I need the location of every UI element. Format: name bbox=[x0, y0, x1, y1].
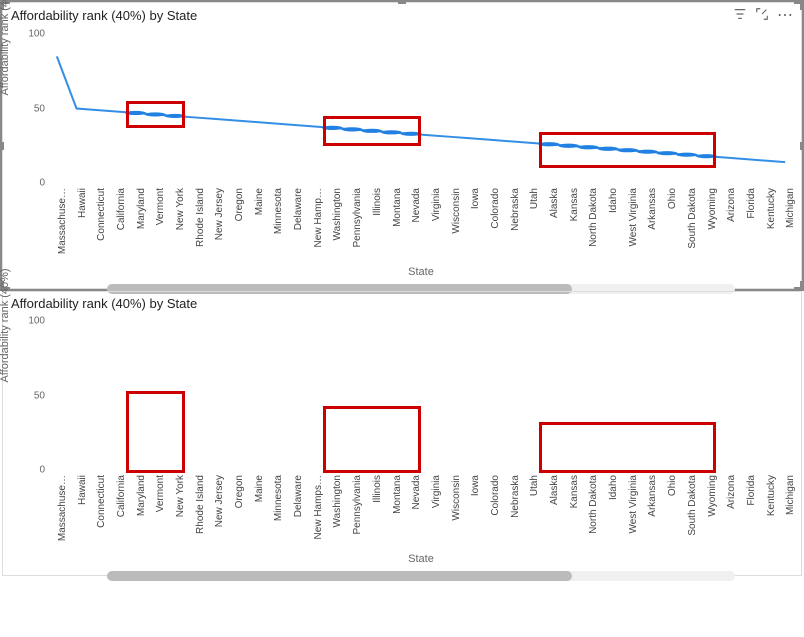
filter-icon[interactable] bbox=[733, 7, 747, 24]
chart-title: Affordability rank (40%) by State bbox=[11, 8, 733, 23]
y-tick-label: 100 bbox=[17, 29, 45, 40]
focus-mode-icon[interactable] bbox=[755, 7, 769, 24]
bar-chart-area: Affordability rank (40%) 050100 Massachu… bbox=[3, 315, 801, 575]
line-plot[interactable]: 050100 bbox=[47, 34, 795, 184]
x-tick-label: Michigan bbox=[785, 188, 796, 228]
line-chart-area: Affordability rank (40%) 050100 Massachu… bbox=[3, 28, 801, 288]
x-axis: Massachuse…HawaiiConnecticutCaliforniaMa… bbox=[47, 184, 795, 264]
line-chart-panel[interactable]: Affordability rank (40%) by State ⋯ Affo… bbox=[2, 2, 802, 289]
y-tick-label: 100 bbox=[17, 316, 45, 327]
y-axis-label: Affordability rank (40%) bbox=[0, 268, 11, 382]
horizontal-scrollbar[interactable] bbox=[107, 571, 735, 581]
y-tick-label: 50 bbox=[17, 103, 45, 114]
x-axis-label: State bbox=[47, 551, 795, 571]
x-axis: Massachuse…HawaiiConnecticutCaliforniaMa… bbox=[47, 471, 795, 551]
x-axis-label: State bbox=[47, 264, 795, 284]
more-options-icon[interactable]: ⋯ bbox=[777, 11, 793, 21]
y-tick-label: 0 bbox=[17, 178, 45, 189]
x-tick-label: Michigan bbox=[785, 475, 796, 515]
y-axis-label: Affordability rank (40%) bbox=[0, 0, 11, 96]
y-tick-label: 0 bbox=[17, 465, 45, 476]
panel-header: Affordability rank (40%) by State bbox=[3, 292, 801, 315]
y-tick-label: 50 bbox=[17, 390, 45, 401]
panel-header: Affordability rank (40%) by State ⋯ bbox=[3, 3, 801, 28]
bar-chart-panel[interactable]: Affordability rank (40%) by State Afford… bbox=[2, 291, 802, 576]
chart-title: Affordability rank (40%) by State bbox=[11, 296, 793, 311]
bar-plot[interactable]: 050100 bbox=[47, 321, 795, 471]
